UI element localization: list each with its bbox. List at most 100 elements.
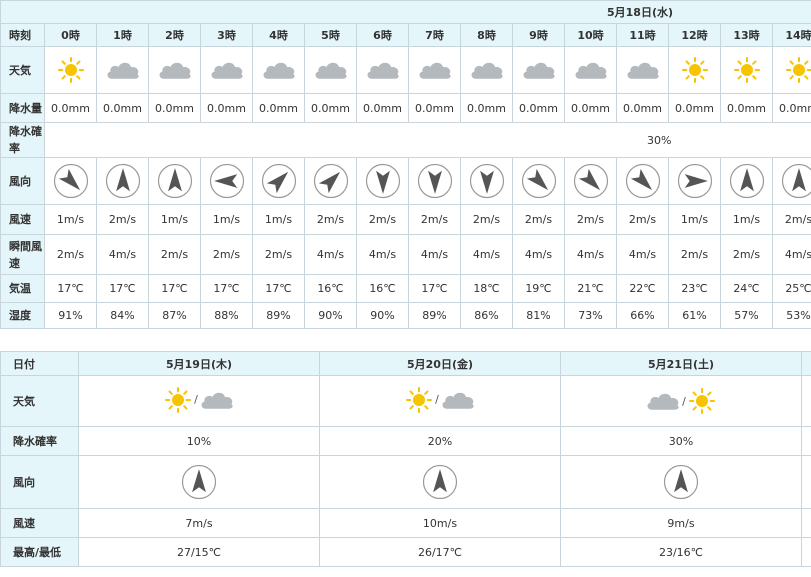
- precip-prob-row-label: 降水確率: [0, 122, 45, 158]
- hour-wind-dir-cell: [148, 157, 201, 205]
- hour-rain-cell: 0.0mm: [252, 93, 305, 123]
- hour-hum-cell: 87%: [148, 302, 201, 329]
- cloudy-icon: [367, 62, 399, 79]
- day-weather-cell: /: [560, 375, 802, 427]
- hour-speed-cell: 2m/s: [460, 204, 513, 235]
- cloudy-icon: [315, 62, 347, 79]
- hour-rain-cell: 0.0mm: [564, 93, 617, 123]
- weather-separator: /: [194, 393, 198, 406]
- cloudy-icon: [442, 392, 474, 409]
- hour-rain-cell: 0.0mm: [304, 93, 357, 123]
- hour-gust-cell: 2m/s: [200, 234, 253, 275]
- sunny-icon: [406, 386, 433, 413]
- wind-direction-icon: [663, 464, 699, 500]
- wind-direction-icon: [365, 163, 400, 199]
- hour-weather-cell: [96, 46, 149, 94]
- cloudy-icon: [523, 62, 555, 79]
- hour-hum-cell: 57%: [720, 302, 773, 329]
- hour-rain-cell: 0.0mm: [44, 93, 97, 123]
- overflow-cell: [801, 455, 811, 509]
- hour-wind-dir-cell: [96, 157, 149, 205]
- hour-wind-dir-cell: [356, 157, 409, 205]
- hour-time-cell: 6時: [356, 23, 409, 47]
- hour-temp-cell: 17℃: [44, 274, 97, 303]
- rain-row-label: 降水量: [0, 93, 45, 123]
- hour-gust-cell: 4m/s: [772, 234, 811, 275]
- cloudy-icon: [419, 62, 451, 79]
- day-wind-dir-cell: [319, 455, 561, 509]
- day-wind-dir-cell: [78, 455, 320, 509]
- hour-weather-cell: [252, 46, 305, 94]
- hour-speed-cell: 2m/s: [772, 204, 811, 235]
- daily-date-label: 日付: [0, 351, 79, 376]
- hour-gust-cell: 4m/s: [564, 234, 617, 275]
- day-prob-cell: 20%: [319, 426, 561, 456]
- hour-temp-cell: 18℃: [460, 274, 513, 303]
- wind-direction-icon: [729, 163, 764, 199]
- wind-direction-icon: [53, 163, 88, 199]
- hour-temp-cell: 22℃: [616, 274, 669, 303]
- hour-time-cell: 4時: [252, 23, 305, 47]
- wind-direction-icon: [417, 163, 452, 199]
- gust-row-label: 瞬間風速: [0, 234, 45, 275]
- hour-rain-cell: 0.0mm: [356, 93, 409, 123]
- hour-time-cell: 2時: [148, 23, 201, 47]
- day-date-cell: 5月19日(木): [78, 351, 320, 376]
- hour-temp-cell: 25℃: [772, 274, 811, 303]
- hour-hum-cell: 89%: [252, 302, 305, 329]
- hour-weather-cell: [44, 46, 97, 94]
- hour-hum-cell: 89%: [408, 302, 461, 329]
- overflow-cell: [801, 537, 811, 567]
- day-speed-cell: 10m/s: [319, 508, 561, 538]
- hour-hum-cell: 88%: [200, 302, 253, 329]
- hour-weather-cell: [512, 46, 565, 94]
- day-wind-dir-cell: [560, 455, 802, 509]
- sunny-icon: [681, 57, 708, 83]
- wind-direction-icon: [261, 163, 296, 199]
- hour-speed-cell: 2m/s: [408, 204, 461, 235]
- hour-speed-cell: 2m/s: [564, 204, 617, 235]
- hour-speed-cell: 1m/s: [252, 204, 305, 235]
- day-date-cell: 5月20日(金): [319, 351, 561, 376]
- cloudy-icon: [107, 62, 139, 79]
- hour-weather-cell: [148, 46, 201, 94]
- wind-direction-icon: [521, 163, 556, 199]
- sunny-icon: [733, 57, 760, 83]
- sunny-icon: [785, 57, 811, 83]
- hour-hum-cell: 81%: [512, 302, 565, 329]
- weather-separator: /: [682, 394, 686, 408]
- hour-gust-cell: 4m/s: [408, 234, 461, 275]
- wind-direction-icon: [209, 163, 244, 199]
- hour-rain-cell: 0.0mm: [668, 93, 721, 123]
- hour-temp-cell: 17℃: [148, 274, 201, 303]
- hour-hum-cell: 90%: [304, 302, 357, 329]
- hour-wind-dir-cell: [252, 157, 305, 205]
- hour-temp-cell: 23℃: [668, 274, 721, 303]
- hour-weather-cell: [200, 46, 253, 94]
- hour-speed-cell: 2m/s: [356, 204, 409, 235]
- daily-wind-dir-label: 風向: [0, 455, 79, 509]
- hour-hum-cell: 73%: [564, 302, 617, 329]
- hour-gust-cell: 4m/s: [512, 234, 565, 275]
- hour-speed-cell: 1m/s: [200, 204, 253, 235]
- hour-wind-dir-cell: [564, 157, 617, 205]
- hour-speed-cell: 2m/s: [304, 204, 357, 235]
- hour-weather-cell: [616, 46, 669, 94]
- hour-gust-cell: 4m/s: [616, 234, 669, 275]
- hour-wind-dir-cell: [44, 157, 97, 205]
- overflow-cell: [801, 351, 811, 376]
- hour-rain-cell: 0.0mm: [408, 93, 461, 123]
- wind-dir-row-label: 風向: [0, 157, 45, 205]
- hour-wind-dir-cell: [720, 157, 773, 205]
- hour-wind-dir-cell: [772, 157, 811, 205]
- wind-direction-icon: [573, 163, 608, 199]
- hour-temp-cell: 17℃: [96, 274, 149, 303]
- cloudy-icon: [263, 62, 295, 79]
- humidity-row-label: 湿度: [0, 302, 45, 329]
- hour-wind-dir-cell: [668, 157, 721, 205]
- hour-speed-cell: 1m/s: [668, 204, 721, 235]
- hour-rain-cell: 0.0mm: [616, 93, 669, 123]
- cloudy-icon: [471, 62, 503, 79]
- hour-rain-cell: 0.0mm: [148, 93, 201, 123]
- hour-time-cell: 10時: [564, 23, 617, 47]
